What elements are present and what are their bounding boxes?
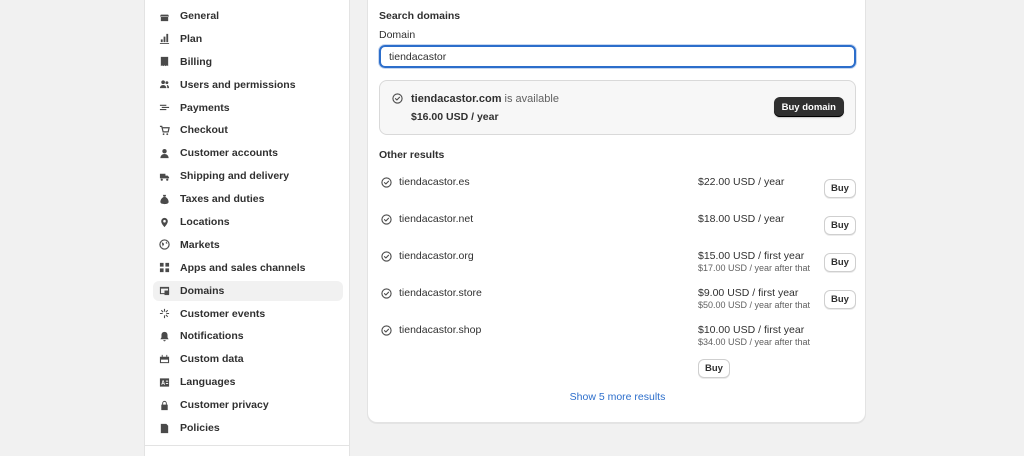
available-domain-text: tiendacastor.com is available (411, 93, 559, 105)
domain-field-label: Domain (379, 29, 416, 41)
sidebar-item-label: Payments (180, 101, 230, 114)
buy-button[interactable]: Buy (824, 290, 856, 309)
available-domain-box: tiendacastor.com is available $16.00 USD… (379, 80, 856, 135)
check-circle-icon (392, 93, 403, 107)
sidebar-item-shipping-and-delivery[interactable]: Shipping and delivery (153, 166, 343, 186)
buy-button[interactable]: Buy (824, 253, 856, 272)
buy-button[interactable]: Buy (824, 216, 856, 235)
result-price: $10.00 USD / first year (698, 324, 805, 336)
available-domain-price: $16.00 USD / year (411, 111, 499, 123)
result-domain: tiendacastor.org (399, 250, 474, 262)
sidebar-item-label: Taxes and duties (180, 193, 265, 206)
result-renewal-price: $17.00 USD / year after that (698, 263, 811, 273)
store-icon (159, 11, 170, 22)
sidebar-item-notifications[interactable]: Notifications (153, 326, 343, 346)
sidebar-item-label: Domains (180, 284, 225, 297)
sidebar-item-label: Users and permissions (180, 78, 296, 91)
result-price: $18.00 USD / year (698, 213, 785, 225)
sidebar-item-domains[interactable]: Domains (153, 280, 343, 301)
sidebar-item-billing[interactable]: Billing (153, 52, 343, 72)
result-domain: tiendacastor.es (399, 176, 470, 188)
truck-icon (159, 171, 170, 182)
sidebar-item-label: Languages (180, 376, 236, 389)
check-circle-icon (381, 325, 392, 339)
sidebar-item-locations[interactable]: Locations (153, 212, 343, 232)
location-pin-icon (159, 217, 170, 228)
settings-sidebar: General Plan Billing Users and permissions P… (144, 0, 350, 456)
sidebar-item-customer-accounts[interactable]: Customer accounts (153, 143, 343, 163)
check-circle-icon (381, 177, 392, 191)
sidebar-item-policies[interactable]: Policies (153, 418, 343, 438)
users-icon (159, 79, 170, 90)
result-domain: tiendacastor.net (399, 213, 474, 225)
sidebar-item-markets[interactable]: Markets (153, 235, 343, 255)
cart-icon (159, 125, 170, 136)
sidebar-item-users-and-permissions[interactable]: Users and permissions (153, 75, 343, 95)
domain-search-input[interactable] (379, 45, 856, 68)
sidebar-item-plan[interactable]: Plan (153, 29, 343, 49)
sidebar-item-label: Policies (180, 422, 220, 435)
section-title: Search domains (379, 10, 461, 22)
availability-status: is available (504, 93, 559, 105)
sidebar-item-label: Locations (180, 216, 230, 229)
chart-icon (159, 33, 170, 45)
sidebar-item-apps-and-sales-channels[interactable]: Apps and sales channels (153, 258, 343, 278)
sidebar-item-label: Checkout (180, 124, 228, 137)
sidebar-item-label: Customer accounts (180, 147, 279, 160)
buy-domain-button[interactable]: Buy domain (773, 97, 844, 117)
result-domain: tiendacastor.store (399, 287, 482, 299)
sidebar-item-payments[interactable]: Payments (153, 98, 343, 118)
sidebar-item-label: Billing (180, 55, 213, 68)
result-price: $9.00 USD / first year (698, 287, 799, 299)
sidebar-item-label: Plan (180, 32, 203, 45)
language-icon (159, 377, 170, 388)
payments-icon (159, 102, 170, 113)
buy-button[interactable]: Buy (824, 179, 856, 198)
sidebar-item-label: Notifications (180, 330, 244, 343)
custom-data-icon (159, 354, 170, 365)
sidebar-item-general[interactable]: General (153, 6, 343, 26)
sidebar-item-label: Apps and sales channels (180, 261, 306, 274)
domains-card: Search domains Domain tiendacastor.com i… (367, 0, 866, 423)
sidebar-item-taxes-and-duties[interactable]: Taxes and duties (153, 189, 343, 209)
other-results-title: Other results (379, 149, 445, 161)
apps-icon (159, 262, 170, 273)
sidebar-item-languages[interactable]: Languages (153, 372, 343, 392)
sidebar-item-checkout[interactable]: Checkout (153, 120, 343, 140)
receipt-icon (159, 56, 170, 67)
money-bag-icon (159, 194, 170, 205)
lock-icon (159, 400, 170, 411)
sidebar-divider (145, 445, 349, 446)
sidebar-list: General Plan Billing Users and permissions P… (153, 6, 343, 441)
check-circle-icon (381, 251, 392, 265)
result-domain: tiendacastor.shop (399, 324, 482, 336)
result-renewal-price: $50.00 USD / year after that (698, 300, 811, 310)
sidebar-item-customer-privacy[interactable]: Customer privacy (153, 395, 343, 415)
show-more-results-link[interactable]: Show 5 more results (379, 391, 856, 403)
result-renewal-price: $34.00 USD / year after that (698, 337, 811, 347)
sidebar-item-label: Customer privacy (180, 399, 269, 412)
globe-icon (159, 239, 170, 251)
bell-icon (159, 331, 170, 342)
sparkle-icon (159, 308, 170, 319)
sidebar-item-label: General (180, 10, 220, 22)
sidebar-item-label: Custom data (180, 353, 244, 366)
policy-icon (159, 423, 170, 434)
sidebar-item-label: Shipping and delivery (180, 170, 290, 183)
sidebar-item-label: Markets (180, 238, 220, 251)
settings-page: General Plan Billing Users and permissions P… (0, 0, 1024, 456)
available-domain-name: tiendacastor.com (411, 93, 502, 105)
person-icon (159, 148, 170, 159)
sidebar-item-customer-events[interactable]: Customer events (153, 304, 343, 324)
sidebar-item-label: Customer events (180, 307, 266, 320)
check-circle-icon (381, 214, 392, 228)
check-circle-icon (381, 288, 392, 302)
result-price: $15.00 USD / first year (698, 250, 805, 262)
sidebar-item-custom-data[interactable]: Custom data (153, 349, 343, 369)
domain-icon (159, 285, 170, 296)
result-price: $22.00 USD / year (698, 176, 785, 188)
buy-button[interactable]: Buy (698, 359, 730, 378)
